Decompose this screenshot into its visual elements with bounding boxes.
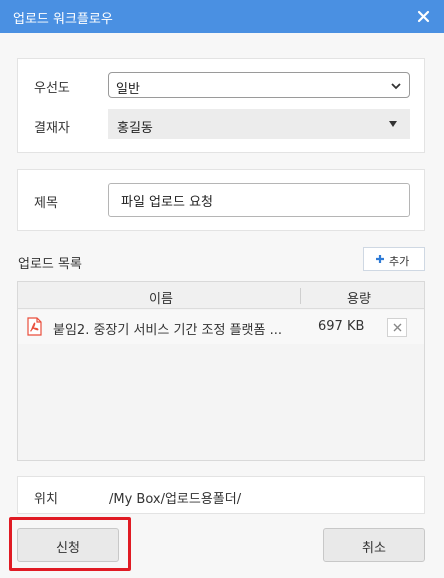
column-divider <box>300 288 301 304</box>
title-bar: 업로드 워크플로우 <box>0 0 444 33</box>
list-header: 이름 용량 <box>18 282 424 309</box>
upload-list-title: 업로드 목록 <box>18 257 82 272</box>
plus-icon <box>375 254 385 264</box>
pdf-file-icon <box>27 317 42 336</box>
column-size-header[interactable]: 용량 <box>347 288 371 307</box>
priority-value: 일반 <box>116 82 140 97</box>
subject-panel: 제목 <box>17 169 425 231</box>
settings-panel: 우선도 일반 결재자 홍길동 <box>17 58 425 153</box>
approver-select[interactable]: 홍길동 <box>108 109 410 139</box>
column-name-header[interactable]: 이름 <box>149 288 173 307</box>
caret-down-icon <box>389 121 397 127</box>
priority-select[interactable]: 일반 <box>108 72 410 98</box>
upload-list: 이름 용량 붙임2. 중장기 서비스 기간 조정 플랫폼 ... 697 KB <box>17 281 425 461</box>
submit-label: 신청 <box>56 541 80 556</box>
file-name: 붙임2. 중장기 서비스 기간 조정 플랫폼 ... <box>53 323 282 338</box>
file-row[interactable]: 붙임2. 중장기 서비스 기간 조정 플랫폼 ... 697 KB <box>18 310 424 344</box>
close-icon[interactable] <box>416 9 431 24</box>
cancel-label: 취소 <box>362 541 386 556</box>
location-panel: 위치 /My Box/업로드용폴더/ <box>17 476 425 514</box>
cancel-button[interactable]: 취소 <box>323 528 425 562</box>
add-file-button[interactable]: 추가 <box>363 247 425 271</box>
location-path: /My Box/업로드용폴더/ <box>109 492 242 507</box>
submit-button[interactable]: 신청 <box>17 528 119 562</box>
subject-label: 제목 <box>34 196 58 211</box>
remove-file-button[interactable] <box>387 318 407 337</box>
subject-input[interactable] <box>108 183 410 217</box>
add-file-label: 추가 <box>389 255 410 268</box>
approver-label: 결재자 <box>34 121 70 136</box>
location-label: 위치 <box>34 492 58 507</box>
file-size: 697 KB <box>318 319 365 334</box>
window-title: 업로드 워크플로우 <box>13 12 113 27</box>
approver-value: 홍길동 <box>117 121 153 136</box>
priority-label: 우선도 <box>34 81 70 96</box>
upload-workflow-dialog: 업로드 워크플로우 우선도 일반 결재자 홍길동 제목 업로드 목록 추가 <box>0 0 444 578</box>
chevron-down-icon <box>390 80 402 92</box>
